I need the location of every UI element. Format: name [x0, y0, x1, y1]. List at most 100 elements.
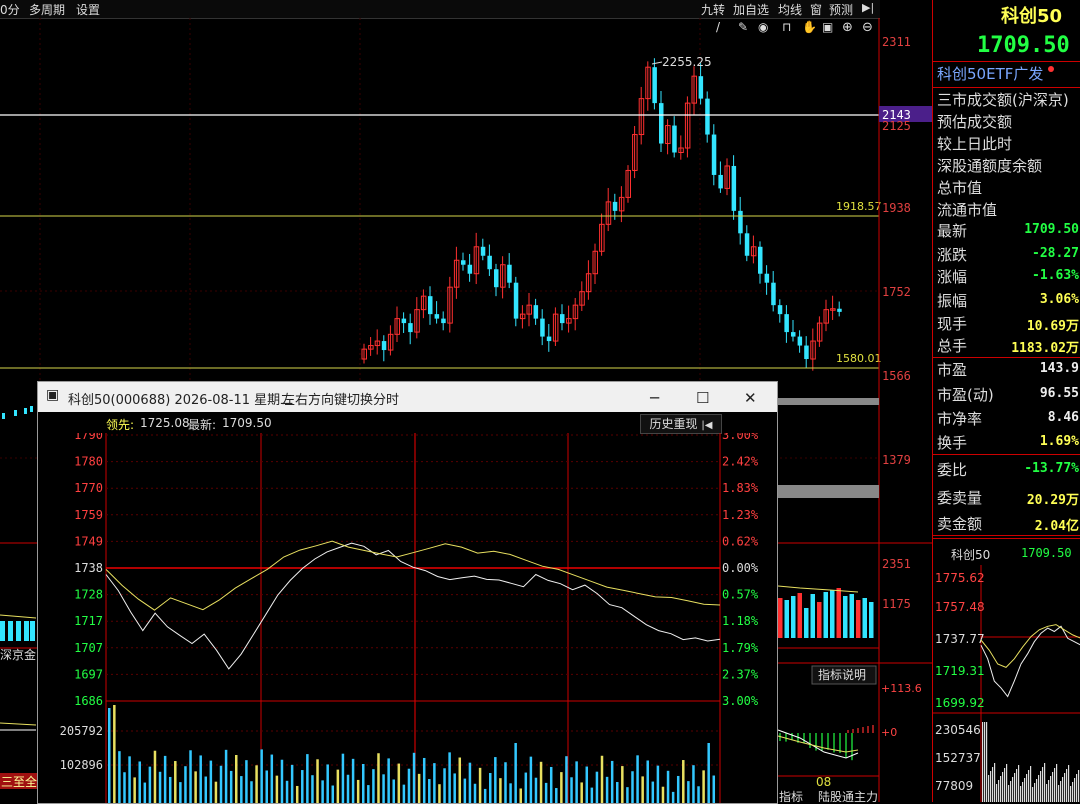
volume-bar	[336, 769, 340, 803]
volume-bar	[260, 749, 263, 803]
price-line	[105, 542, 721, 670]
volume-bar	[30, 621, 35, 641]
volume-ma-line	[777, 585, 859, 593]
volume-bar	[666, 770, 670, 803]
candle-body	[467, 264, 473, 274]
volume-bar	[255, 765, 258, 803]
volume-bar	[539, 761, 543, 803]
volume-bar	[702, 770, 705, 803]
volume-bar	[153, 750, 157, 803]
volume-bar	[397, 763, 401, 803]
price-axis-tick: 1759	[74, 508, 103, 522]
volume-bar	[697, 786, 700, 803]
volume-tick: 1175	[882, 597, 911, 611]
candle-body	[434, 314, 440, 319]
candle-body	[487, 255, 492, 270]
volume-bar	[778, 598, 783, 638]
ma-button[interactable]: 均线	[778, 1, 802, 18]
minimize-icon[interactable]: ─	[650, 389, 659, 407]
stat-value: -13.77%	[1024, 461, 1079, 476]
indicator-help-button[interactable]: 指标说明	[818, 667, 866, 682]
pct-axis-tick: 0.00%	[722, 561, 759, 575]
forecast-button[interactable]: 预测	[829, 1, 853, 18]
volume-bar	[367, 785, 370, 803]
pct-axis-tick: 1.83%	[722, 481, 759, 495]
mini-volume-bar	[994, 763, 996, 802]
candle-body	[408, 323, 413, 333]
volume-bar	[229, 770, 233, 803]
volume-bar	[676, 775, 680, 803]
volume-bar	[270, 754, 274, 803]
volume-bar	[636, 755, 639, 803]
candle-body	[777, 305, 783, 315]
candle-body	[738, 210, 743, 234]
scroll-track[interactable]	[776, 485, 879, 498]
mini-axis-tick: 1775.62	[935, 571, 985, 585]
volume-bar	[290, 764, 294, 803]
mini-volume-bar	[1066, 769, 1068, 802]
volume-bar	[108, 708, 111, 803]
volume-bar	[595, 771, 599, 803]
mini-volume-bar	[1036, 779, 1038, 802]
intraday-chart[interactable]: 1790 3.00% 1780 2.42% 1770 1.83% 1759 1.23% 1749…	[38, 433, 777, 803]
mini-volume-bar	[990, 771, 992, 802]
candle-body	[771, 282, 776, 306]
volume-bar	[682, 760, 685, 803]
price-axis-tick: 1738	[74, 561, 103, 575]
volume-bar	[626, 787, 629, 803]
mini-axis-tick: 1737.77	[935, 632, 985, 646]
collapse-icon[interactable]: ▶|	[862, 1, 874, 14]
volume-bar	[549, 766, 553, 803]
stat-label: 总手	[937, 337, 968, 355]
price-tick: 2125	[882, 119, 911, 133]
volume-bar	[641, 776, 644, 803]
latest-value: 1709.50	[222, 416, 272, 430]
candlesticks	[2, 58, 842, 419]
period-tab[interactable]: 0分	[0, 1, 20, 18]
maximize-icon[interactable]: ☐	[696, 389, 709, 407]
mini-volume-bar	[1062, 777, 1064, 802]
intraday-popup[interactable]: ▣ 科创50(000688) 2026-08-11 星期二 左右方向键切换分时 …	[37, 381, 778, 804]
volume-bar	[285, 780, 289, 803]
popup-hint: 左右方向键切换分时	[282, 393, 400, 408]
volume-bar	[791, 596, 796, 638]
stat-value: 143.9	[1039, 361, 1079, 376]
mini-volume-bar	[1074, 778, 1076, 802]
close-icon[interactable]: ✕	[744, 389, 757, 407]
index-price: 1709.50	[977, 33, 1070, 58]
candle-body	[797, 336, 803, 346]
stat-label: 换手	[937, 434, 968, 452]
etf-link[interactable]: 科创50ETF广发	[937, 63, 1043, 84]
info-row: 流通市值	[937, 201, 998, 219]
popup-titlebar[interactable]: ▣ 科创50(000688) 2026-08-11 星期二 左右方向键切换分时 …	[38, 382, 777, 412]
volume-bar	[565, 756, 568, 803]
tab-indicator[interactable]: 指标	[779, 789, 803, 802]
candle-body	[711, 134, 717, 175]
volume-bar	[331, 785, 335, 803]
volume-bar	[499, 778, 502, 803]
volume-bar	[631, 771, 634, 803]
nine-turn-button[interactable]: 九转	[701, 1, 725, 18]
add-watchlist-button[interactable]: 加自选	[733, 1, 769, 18]
volume-bar	[0, 621, 5, 641]
volume-bar	[275, 775, 279, 803]
mini-volume-bar	[1048, 780, 1050, 802]
mini-axis-tick: 1699.92	[935, 696, 985, 710]
pct-axis-tick: 3.00%	[722, 433, 759, 442]
volume-bar	[544, 782, 548, 803]
indicator-tick: +113.6	[881, 682, 922, 695]
mini-volume-bar	[1056, 764, 1058, 802]
tab-northbound[interactable]: 陆股通主力	[818, 789, 878, 802]
stat-value: 1183.02万	[1011, 341, 1079, 356]
history-replay-button[interactable]: 历史重现 |◀	[640, 414, 722, 434]
window-button[interactable]: 窗	[810, 1, 822, 18]
mini-volume-bar	[1052, 772, 1054, 802]
volume-bar	[387, 758, 390, 803]
price-axis-tick: 1707	[74, 641, 103, 655]
mini-volume-bar	[1004, 768, 1006, 802]
volume-bar	[555, 788, 558, 803]
scroll-track[interactable]	[776, 398, 879, 405]
settings-tab[interactable]: 设置	[76, 1, 100, 18]
multi-period-tab[interactable]: 多周期	[29, 1, 65, 18]
mini-volume-bar	[1044, 763, 1046, 802]
